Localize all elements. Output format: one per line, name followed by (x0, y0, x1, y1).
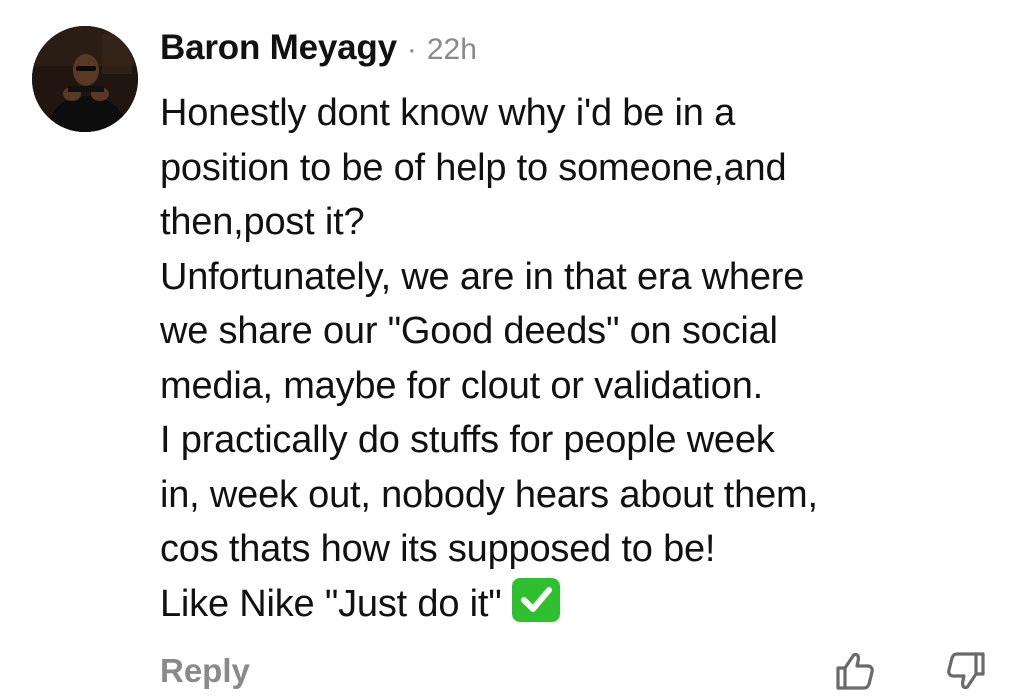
comment-text: Honestly dont know why i'd be in a posit… (160, 86, 1010, 631)
comment-header: Baron Meyagy · 22h (160, 28, 1010, 78)
comment-line: Honestly dont know why i'd be in a (160, 92, 736, 134)
comment-line: I practically do stuffs for people week (160, 419, 775, 461)
thumbs-up-icon (836, 652, 874, 690)
timestamp[interactable]: 22h (427, 33, 477, 67)
reply-button[interactable]: Reply (160, 652, 250, 690)
comment-line-text: Like Nike "Just do it" (160, 582, 502, 625)
comment-line: in, week out, nobody hears about them, (160, 473, 818, 516)
comment-line-last: Like Nike "Just do it" (160, 577, 1010, 632)
author-name[interactable]: Baron Meyagy (160, 28, 397, 68)
comment: Baron Meyagy · 22h Honestly dont know wh… (0, 0, 1024, 697)
comment-line: cos thats how its supposed to be! (160, 528, 716, 570)
thumbs-down-icon (947, 652, 985, 690)
avatar-photo (32, 26, 138, 132)
comment-line: position to be of help to someone,and (160, 146, 787, 189)
comment-line: then,post it? (160, 201, 365, 243)
comment-line: Unfortunately, we are in that era where (160, 255, 805, 298)
comment-body: Baron Meyagy · 22h Honestly dont know wh… (160, 28, 1010, 631)
comment-line: we share our "Good deeds" on social (160, 310, 778, 352)
check-mark-button-emoji (511, 577, 560, 622)
dislike-button[interactable] (945, 650, 987, 692)
meta-separator: · (406, 33, 417, 66)
avatar[interactable] (32, 26, 138, 132)
comment-line: media, maybe for clout or validation. (160, 364, 764, 407)
like-button[interactable] (834, 650, 876, 692)
